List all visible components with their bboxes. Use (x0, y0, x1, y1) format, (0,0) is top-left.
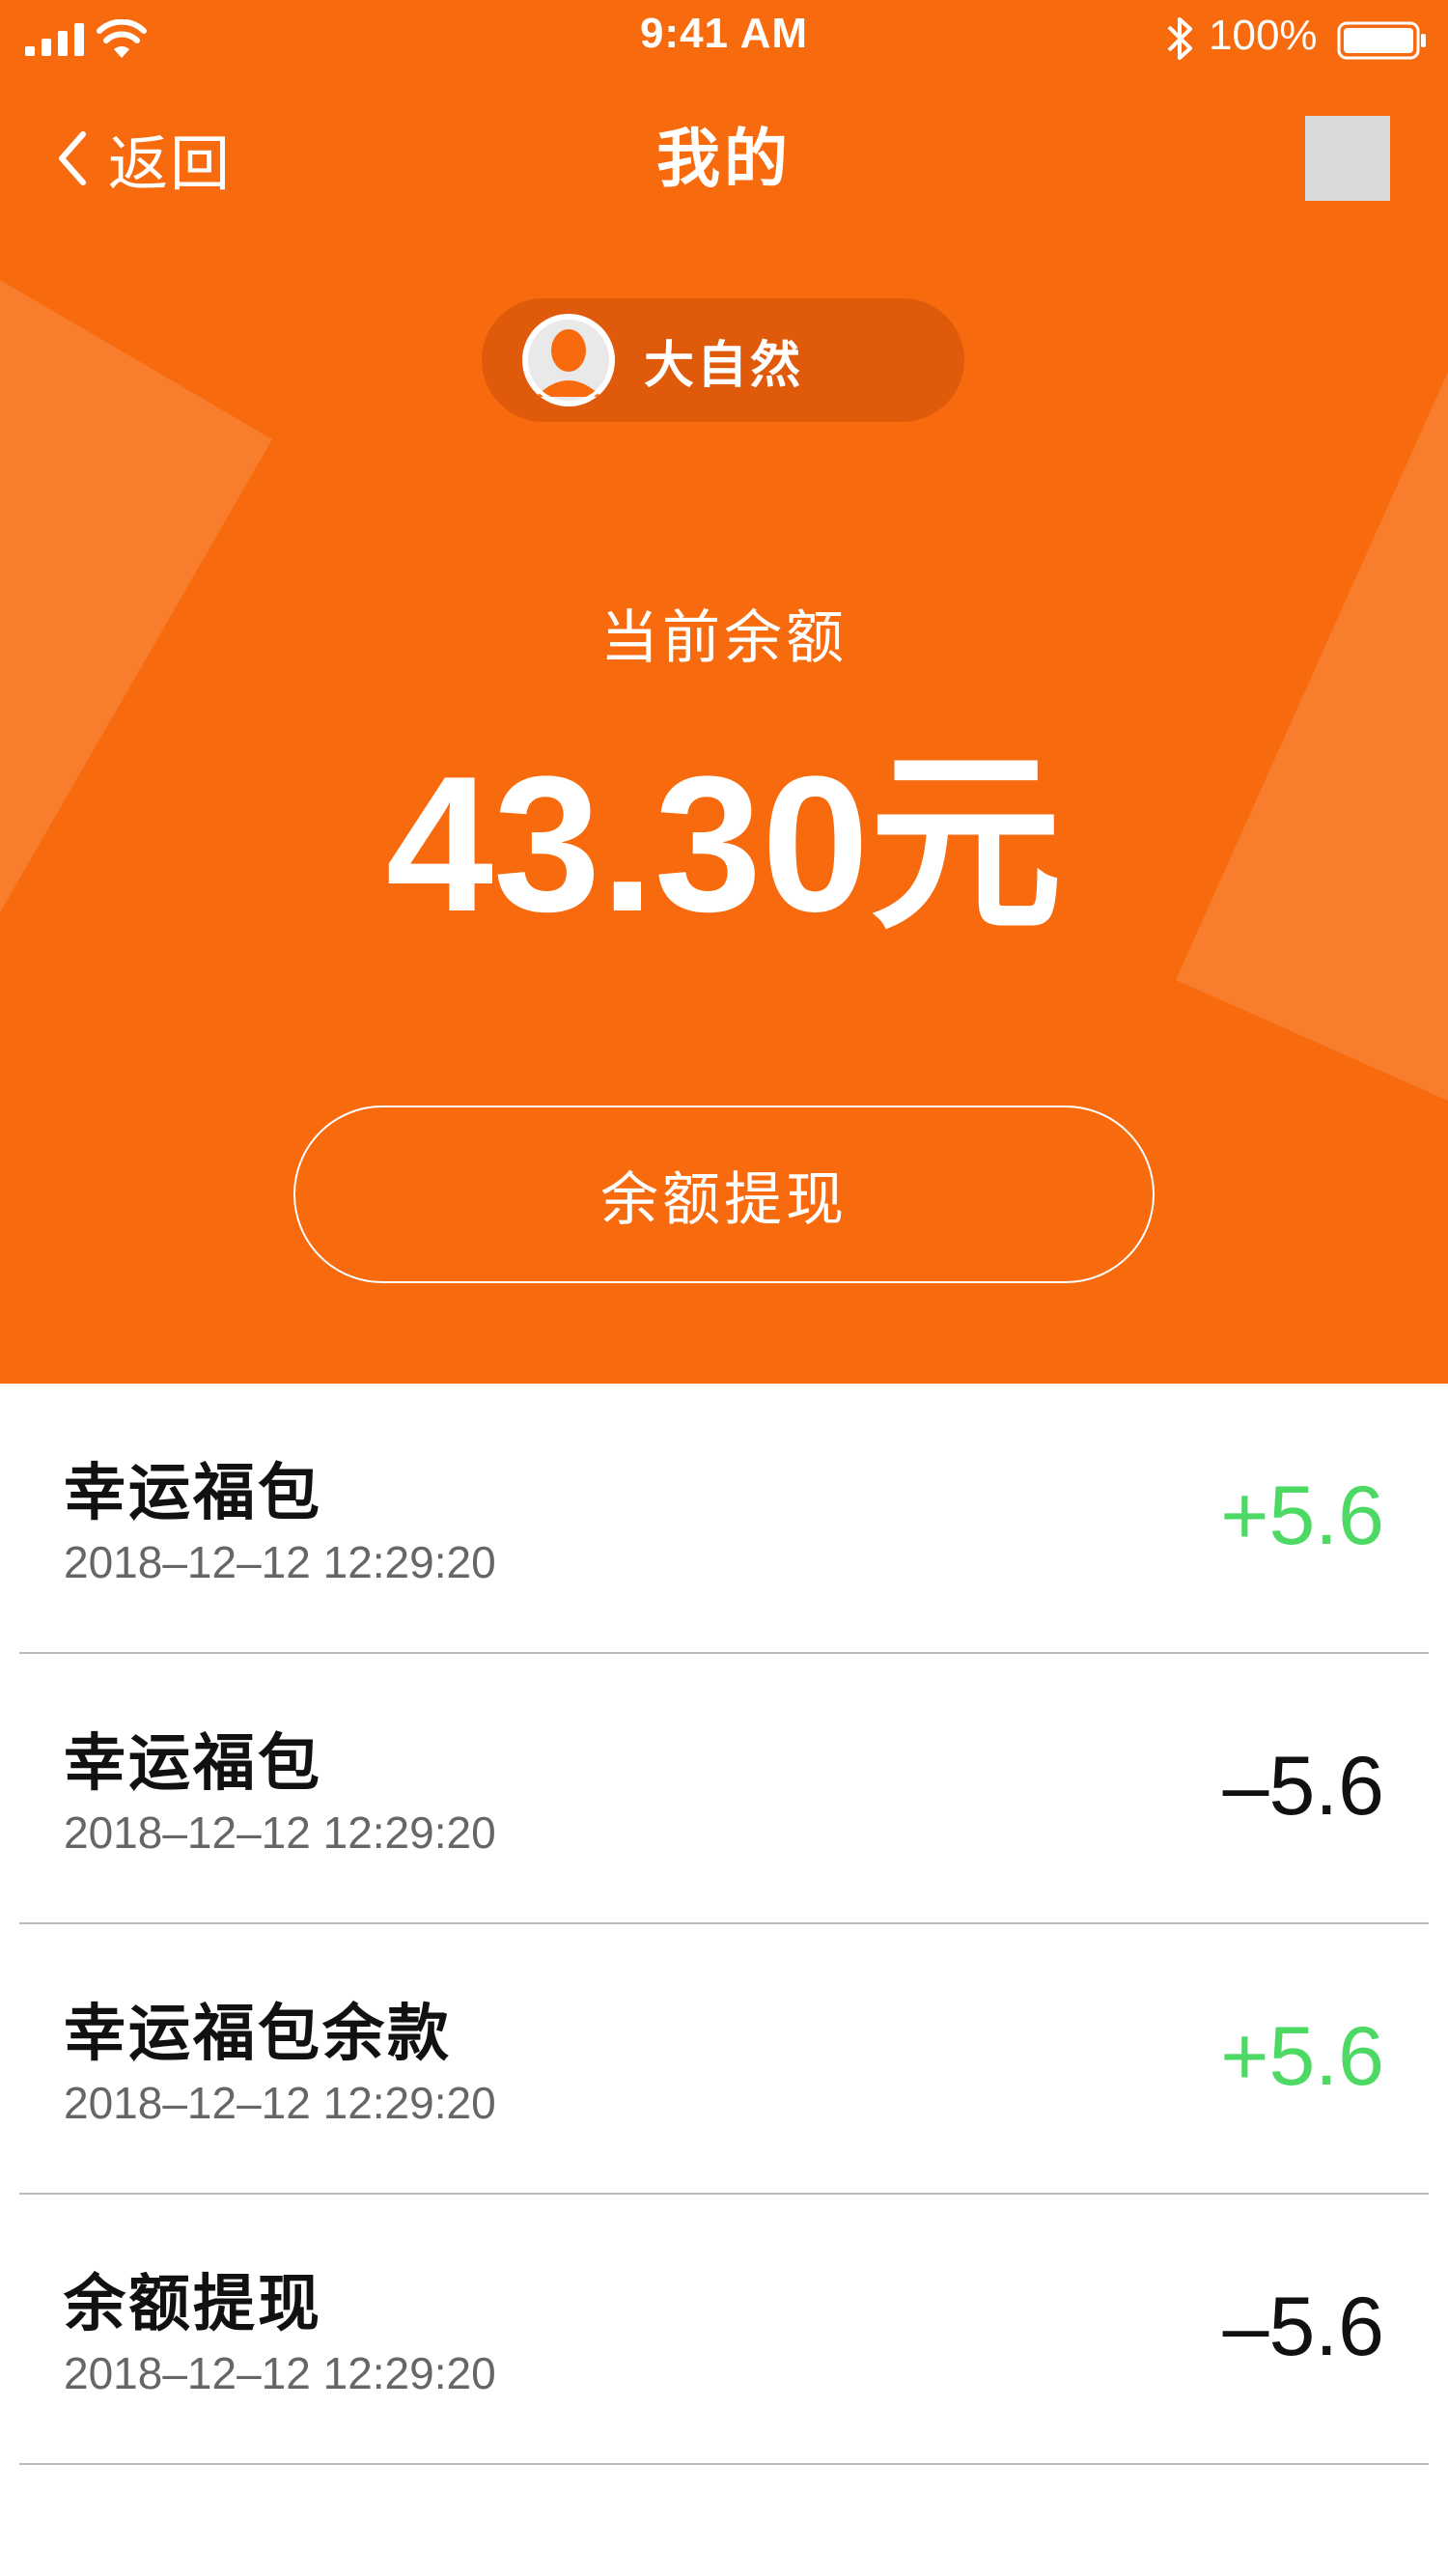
transaction-row[interactable]: 幸运福包 2018–12–12 12:29:20 –5.6 (0, 1654, 1448, 1924)
page-title: 我的 (656, 123, 792, 194)
transaction-title: 余额提现 (64, 2269, 322, 2338)
user-name: 大自然 (644, 337, 804, 394)
transaction-time: 2018–12–12 12:29:20 (64, 2078, 496, 2128)
transaction-row[interactable]: 幸运福包余款 2018–12–12 12:29:20 +5.6 (0, 1924, 1448, 2195)
balance-header: 9:41 AM 100% 返回 我的 大自然 当前余额 43.30元 余额提现 (0, 0, 1448, 1384)
transaction-list: 幸运福包 2018–12–12 12:29:20 +5.6 幸运福包 2018–… (0, 1384, 1448, 2465)
bluetooth-icon (1167, 17, 1192, 60)
row-divider (19, 2463, 1429, 2465)
battery-percent: 100% (1209, 12, 1318, 59)
transaction-time: 2018–12–12 12:29:20 (64, 2348, 496, 2398)
transaction-time: 2018–12–12 12:29:20 (64, 1537, 496, 1587)
transaction-title: 幸运福包 (64, 1728, 322, 1798)
transaction-title: 幸运福包余款 (64, 1999, 452, 2068)
transaction-row[interactable]: 余额提现 2018–12–12 12:29:20 –5.6 (0, 2195, 1448, 2465)
status-bar: 9:41 AM 100% (0, 0, 1448, 81)
battery-icon (1337, 21, 1426, 60)
transaction-amount: –5.6 (1222, 2281, 1384, 2373)
transaction-time: 2018–12–12 12:29:20 (64, 1807, 496, 1858)
balance-value: 43.30元 (385, 737, 1063, 952)
transaction-title: 幸运福包 (64, 1458, 322, 1527)
transaction-amount: +5.6 (1220, 1470, 1384, 1562)
transaction-row[interactable]: 幸运福包 2018–12–12 12:29:20 +5.6 (0, 1384, 1448, 1654)
user-profile-pill[interactable]: 大自然 (482, 298, 964, 422)
withdraw-button[interactable]: 余额提现 (293, 1106, 1155, 1283)
nav-action-placeholder[interactable] (1305, 116, 1390, 201)
avatar (522, 314, 615, 406)
user-avatar-icon (524, 316, 613, 405)
wallet-page: 9:41 AM 100% 返回 我的 大自然 当前余额 43.30元 余额提现 … (0, 0, 1448, 2576)
transaction-amount: –5.6 (1222, 1740, 1384, 1833)
balance-label: 当前余额 (600, 605, 848, 670)
transaction-amount: +5.6 (1220, 2010, 1384, 2103)
